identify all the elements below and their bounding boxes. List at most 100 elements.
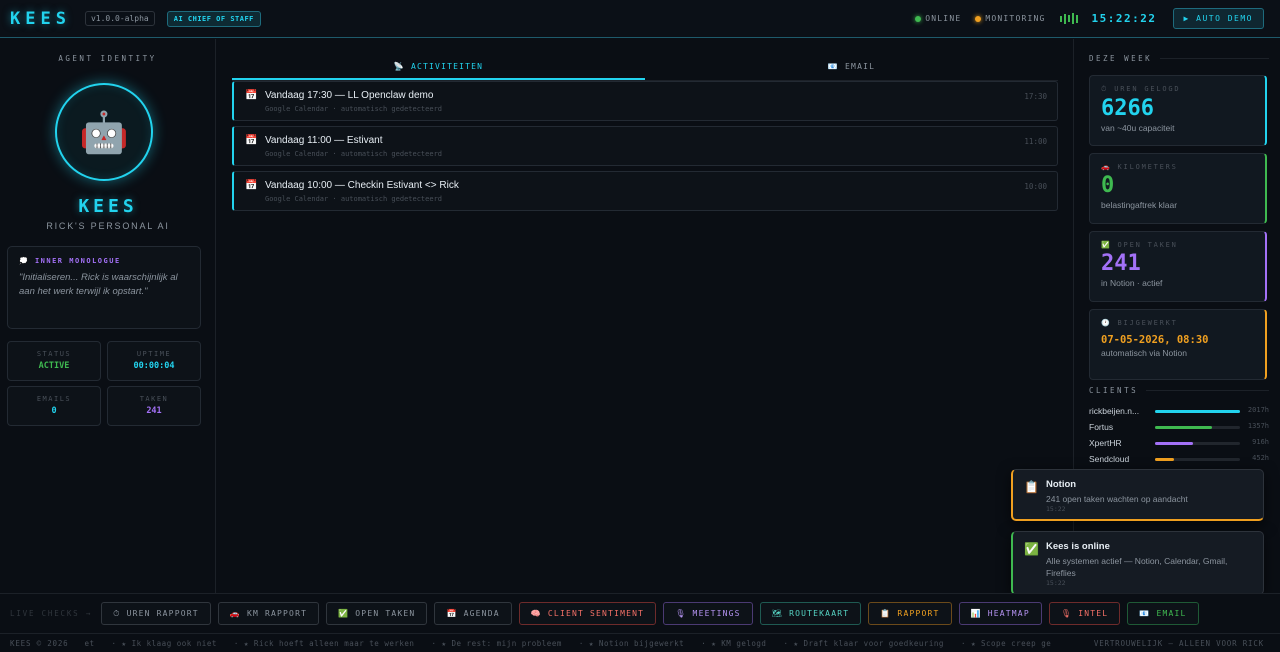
monitoring-status: MONITORING <box>975 14 1045 23</box>
stat-uptime: UPTIME 00:00:04 <box>107 341 201 381</box>
inner-monologue-text: "Initialiseren... Rick is waarschijnlijk… <box>19 272 178 297</box>
tab-email[interactable]: 📧 EMAIL <box>645 57 1058 80</box>
activity-feed-panel: 📡 ACTIVITEITEN 📧 EMAIL 📅 Vandaag 17:30 —… <box>217 39 1072 593</box>
activity-source: Google Calendar · automatisch gedetectee… <box>265 195 443 203</box>
footer-ticker: KEES © 2026 et · ★ Ik klaag ook niet · ★… <box>0 633 1280 652</box>
clipboard-icon: 📋 <box>1024 480 1039 494</box>
activity-title: Vandaag 17:30 — LL Openclaw demo <box>265 90 434 101</box>
checkmark-icon: ✅ <box>1101 241 1112 249</box>
clock-icon: 🕐 <box>1101 319 1112 327</box>
stat-value: 241 <box>146 406 162 416</box>
copyright: KEES © 2026 <box>10 638 69 648</box>
client-progress <box>1155 426 1240 429</box>
client-row: Fortus 1357h <box>1089 422 1269 432</box>
car-icon: 🚗 <box>1101 163 1112 171</box>
toast-notion[interactable]: 📋 Notion 241 open taken wachten op aanda… <box>1011 469 1264 521</box>
activity-item[interactable]: 📅 Vandaag 10:00 — Checkin Estivant <> Ri… <box>232 171 1058 211</box>
ticker-item: · ★ Draft klaar voor goedkeuring <box>783 638 944 648</box>
client-row: Sendcloud 452h <box>1089 454 1269 464</box>
client-progress <box>1155 458 1240 461</box>
activity-source: Google Calendar · automatisch gedetectee… <box>265 105 443 113</box>
card-sub: in Notion · actief <box>1101 278 1163 288</box>
header-status-group: ONLINE MONITORING 15:22:22 ▶ AUTO DEMO <box>915 8 1264 29</box>
ticker-item: · ★ De rest: mijn probleem <box>431 638 562 648</box>
stat-value: ACTIVE <box>38 361 70 371</box>
card-sub: belastingaftrek klaar <box>1101 200 1178 210</box>
client-progress <box>1155 410 1240 413</box>
routekaart-button[interactable]: 🗺 ROUTEKAART <box>759 602 862 625</box>
agent-subtitle: RICK'S PERSONAL AI <box>46 221 170 231</box>
km-rapport-button[interactable]: 🚗 KM RAPPORT <box>217 602 320 625</box>
card-uren-gelogd: ⏱ UREN GELOGD 6266 van ~40u capaciteit <box>1089 75 1267 146</box>
stat-emails: EMAILS 0 <box>7 386 101 426</box>
online-status: ONLINE <box>915 14 961 23</box>
ticker-item: · ★ Ik klaag ook niet <box>111 638 217 648</box>
client-row: XpertHR 916h <box>1089 438 1269 448</box>
toast-text: Alle systemen actief — Notion, Calendar,… <box>1046 556 1228 578</box>
version-badge: v1.0.0-alpha <box>84 11 155 26</box>
stat-value: 0 <box>51 406 57 416</box>
open-taken-button[interactable]: ✅ OPEN TAKEN <box>326 602 428 625</box>
calendar-icon: 📅 <box>245 180 258 191</box>
card-sub: van ~40u capaciteit <box>1101 123 1175 133</box>
uren-rapport-button[interactable]: ⏱ UREN RAPPORT <box>101 602 211 625</box>
agenda-button[interactable]: 📅 AGENDA <box>434 602 512 625</box>
heatmap-button[interactable]: 📊 HEATMAP <box>958 602 1042 625</box>
activity-title: Vandaag 11:00 — Estivant <box>265 135 383 146</box>
top-header: KEES v1.0.0-alpha AI CHIEF OF STAFF ONLI… <box>0 0 1280 38</box>
card-value: 07-05-2026, 08:30 <box>1101 334 1209 346</box>
confidential-notice: VERTROUWELIJK — ALLEEN VOOR RICK <box>1093 638 1264 648</box>
client-row: rickbeijen.n... 2017h <box>1089 406 1269 416</box>
ticker-item: · ★ Rick hoeft alleen maar te werken <box>233 638 415 648</box>
meetings-button[interactable]: 🎙 MEETINGS <box>663 602 753 625</box>
card-value: 241 <box>1101 251 1141 276</box>
stat-status: STATUS ACTIVE <box>7 341 101 381</box>
checkmark-icon: ✅ <box>1024 542 1039 556</box>
intel-button[interactable]: 🎙 INTEL <box>1048 602 1121 625</box>
ticker-item: · ★ KM gelogd <box>701 638 767 648</box>
calendar-icon: 📅 <box>245 135 258 146</box>
toast-kees-online[interactable]: ✅ Kees is online Alle systemen actief — … <box>1011 531 1264 595</box>
activity-title: Vandaag 10:00 — Checkin Estivant <> Rick <box>265 180 459 191</box>
toast-time: 15:22 <box>1046 505 1066 513</box>
card-kilometers: 🚗 KILOMETERS 0 belastingaftrek klaar <box>1089 153 1267 224</box>
feed-tabs: 📡 ACTIVITEITEN 📧 EMAIL <box>232 57 1058 81</box>
stat-value: 00:00:04 <box>133 361 175 371</box>
toast-title: Kees is online <box>1046 541 1110 552</box>
activity-time: 10:00 <box>1024 182 1047 191</box>
agent-name: KEES <box>78 196 138 217</box>
stat-taken: TAKEN 241 <box>107 386 201 426</box>
activity-item[interactable]: 📅 Vandaag 17:30 — LL Openclaw demo Googl… <box>232 81 1058 121</box>
ticker-item: et <box>84 638 95 648</box>
calendar-icon: 📅 <box>245 90 258 101</box>
activity-item[interactable]: 📅 Vandaag 11:00 — Estivant Google Calend… <box>232 126 1058 166</box>
card-value: 6266 <box>1101 96 1154 121</box>
deze-week-title: DEZE WEEK <box>1089 54 1269 63</box>
clients-title: CLIENTS <box>1089 386 1269 395</box>
activity-bars-icon <box>1059 13 1078 24</box>
live-checks-label: LIVE CHECKS → <box>10 609 93 618</box>
rapport-button[interactable]: 📋 RAPPORT <box>868 602 952 625</box>
activity-time: 17:30 <box>1024 92 1047 101</box>
tab-activiteiten[interactable]: 📡 ACTIVITEITEN <box>232 57 645 80</box>
activity-time: 11:00 <box>1024 137 1047 146</box>
card-bijgewerkt: 🕐 BIJGEWERKT 07-05-2026, 08:30 automatis… <box>1089 309 1267 380</box>
agent-identity-panel: AGENT IDENTITY 🤖 KEES RICK'S PERSONAL AI… <box>0 39 216 593</box>
auto-demo-button[interactable]: ▶ AUTO DEMO <box>1172 8 1264 29</box>
online-dot-icon <box>915 15 922 22</box>
toast-text: 241 open taken wachten op aandacht <box>1046 494 1188 504</box>
email-button[interactable]: 📧 EMAIL <box>1127 602 1199 625</box>
role-badge: AI CHIEF OF STAFF <box>166 10 261 27</box>
robot-icon: 🤖 <box>79 110 129 155</box>
ticker-messages: et · ★ Ik klaag ook niet · ★ Rick hoeft … <box>84 639 1083 648</box>
client-sentiment-button[interactable]: 🧠 CLIENT SENTIMENT <box>518 602 657 625</box>
inner-monologue-title: 💭 INNER MONOLOGUE <box>19 257 121 265</box>
monitoring-dot-icon <box>975 15 982 22</box>
client-progress <box>1155 442 1240 445</box>
agent-identity-title: AGENT IDENTITY <box>58 54 157 63</box>
header-clock: 15:22:22 <box>1091 12 1157 25</box>
avatar: 🤖 <box>55 83 153 181</box>
toast-title: Notion <box>1046 479 1077 490</box>
inner-monologue-box: 💭 INNER MONOLOGUE "Initialiseren... Rick… <box>7 246 201 329</box>
app-logo: KEES <box>10 8 71 29</box>
